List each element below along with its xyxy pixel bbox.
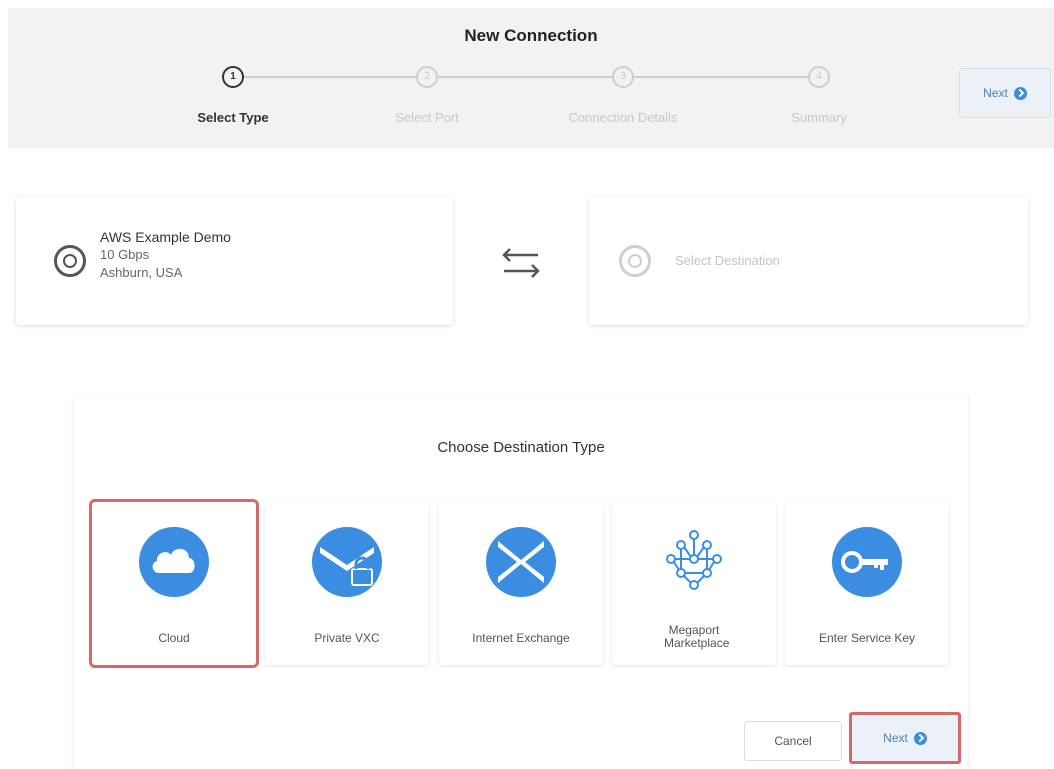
type-label-internet-exchange: Internet Exchange — [472, 631, 570, 645]
type-label-cloud: Cloud — [158, 631, 190, 645]
type-card-private-vxc[interactable]: Private VXC — [265, 502, 429, 665]
type-label-marketplace: Megaport Marketplace — [664, 623, 730, 650]
step-3-label: Connection Details — [568, 110, 678, 125]
stepper-line — [438, 76, 620, 78]
cloud-icon — [139, 527, 209, 597]
step-4-label: Summary — [791, 110, 847, 125]
step-1-circle: 1 — [222, 66, 244, 88]
type-card-marketplace[interactable]: Megaport Marketplace — [612, 502, 776, 665]
destination-type-panel: Choose Destination Type Cloud Private VX… — [74, 395, 968, 769]
header-next-label: Next — [983, 86, 1008, 100]
arrow-right-icon — [1013, 86, 1027, 100]
type-card-internet-exchange[interactable]: Internet Exchange — [439, 502, 603, 665]
page-title: New Connection — [464, 26, 598, 45]
network-icon — [659, 527, 729, 597]
destination-card[interactable]: Select Destination — [589, 197, 1028, 325]
private-vxc-icon — [312, 527, 382, 597]
destination-placeholder: Select Destination — [675, 253, 780, 268]
type-label-service-key: Enter Service Key — [818, 631, 916, 645]
type-card-cloud[interactable]: Cloud — [92, 502, 256, 665]
internet-exchange-icon — [486, 527, 556, 597]
source-name: AWS Example Demo — [100, 229, 231, 245]
cancel-button[interactable]: Cancel — [744, 721, 842, 761]
step-1-label: Select Type — [197, 110, 269, 125]
type-card-service-key[interactable]: Enter Service Key — [785, 502, 949, 665]
type-label-private-vxc: Private VXC — [314, 631, 380, 645]
header: New Connection 1 2 3 4 Select Type Selec… — [8, 8, 1054, 148]
stepper-line — [244, 76, 424, 78]
swap-arrows-icon — [498, 246, 544, 280]
step-2-circle: 2 — [416, 66, 438, 88]
source-speed: 10 Gbps — [100, 247, 150, 262]
key-icon — [832, 527, 902, 597]
port-icon — [54, 245, 86, 277]
step-2-label: Select Port — [395, 110, 459, 125]
stepper-line — [634, 76, 816, 78]
header-next-button[interactable]: Next — [959, 68, 1051, 118]
source-port-card[interactable]: AWS Example Demo 10 Gbps Ashburn, USA — [16, 197, 453, 325]
source-location: Ashburn, USA — [100, 265, 183, 280]
step-3-circle: 3 — [612, 66, 634, 88]
next-label: Next — [883, 731, 908, 745]
port-icon — [619, 245, 651, 277]
next-button[interactable]: Next — [849, 712, 961, 764]
cancel-label: Cancel — [774, 734, 812, 748]
panel-title: Choose Destination Type — [437, 439, 605, 456]
arrow-right-icon — [913, 731, 927, 745]
step-4-circle: 4 — [808, 66, 830, 88]
